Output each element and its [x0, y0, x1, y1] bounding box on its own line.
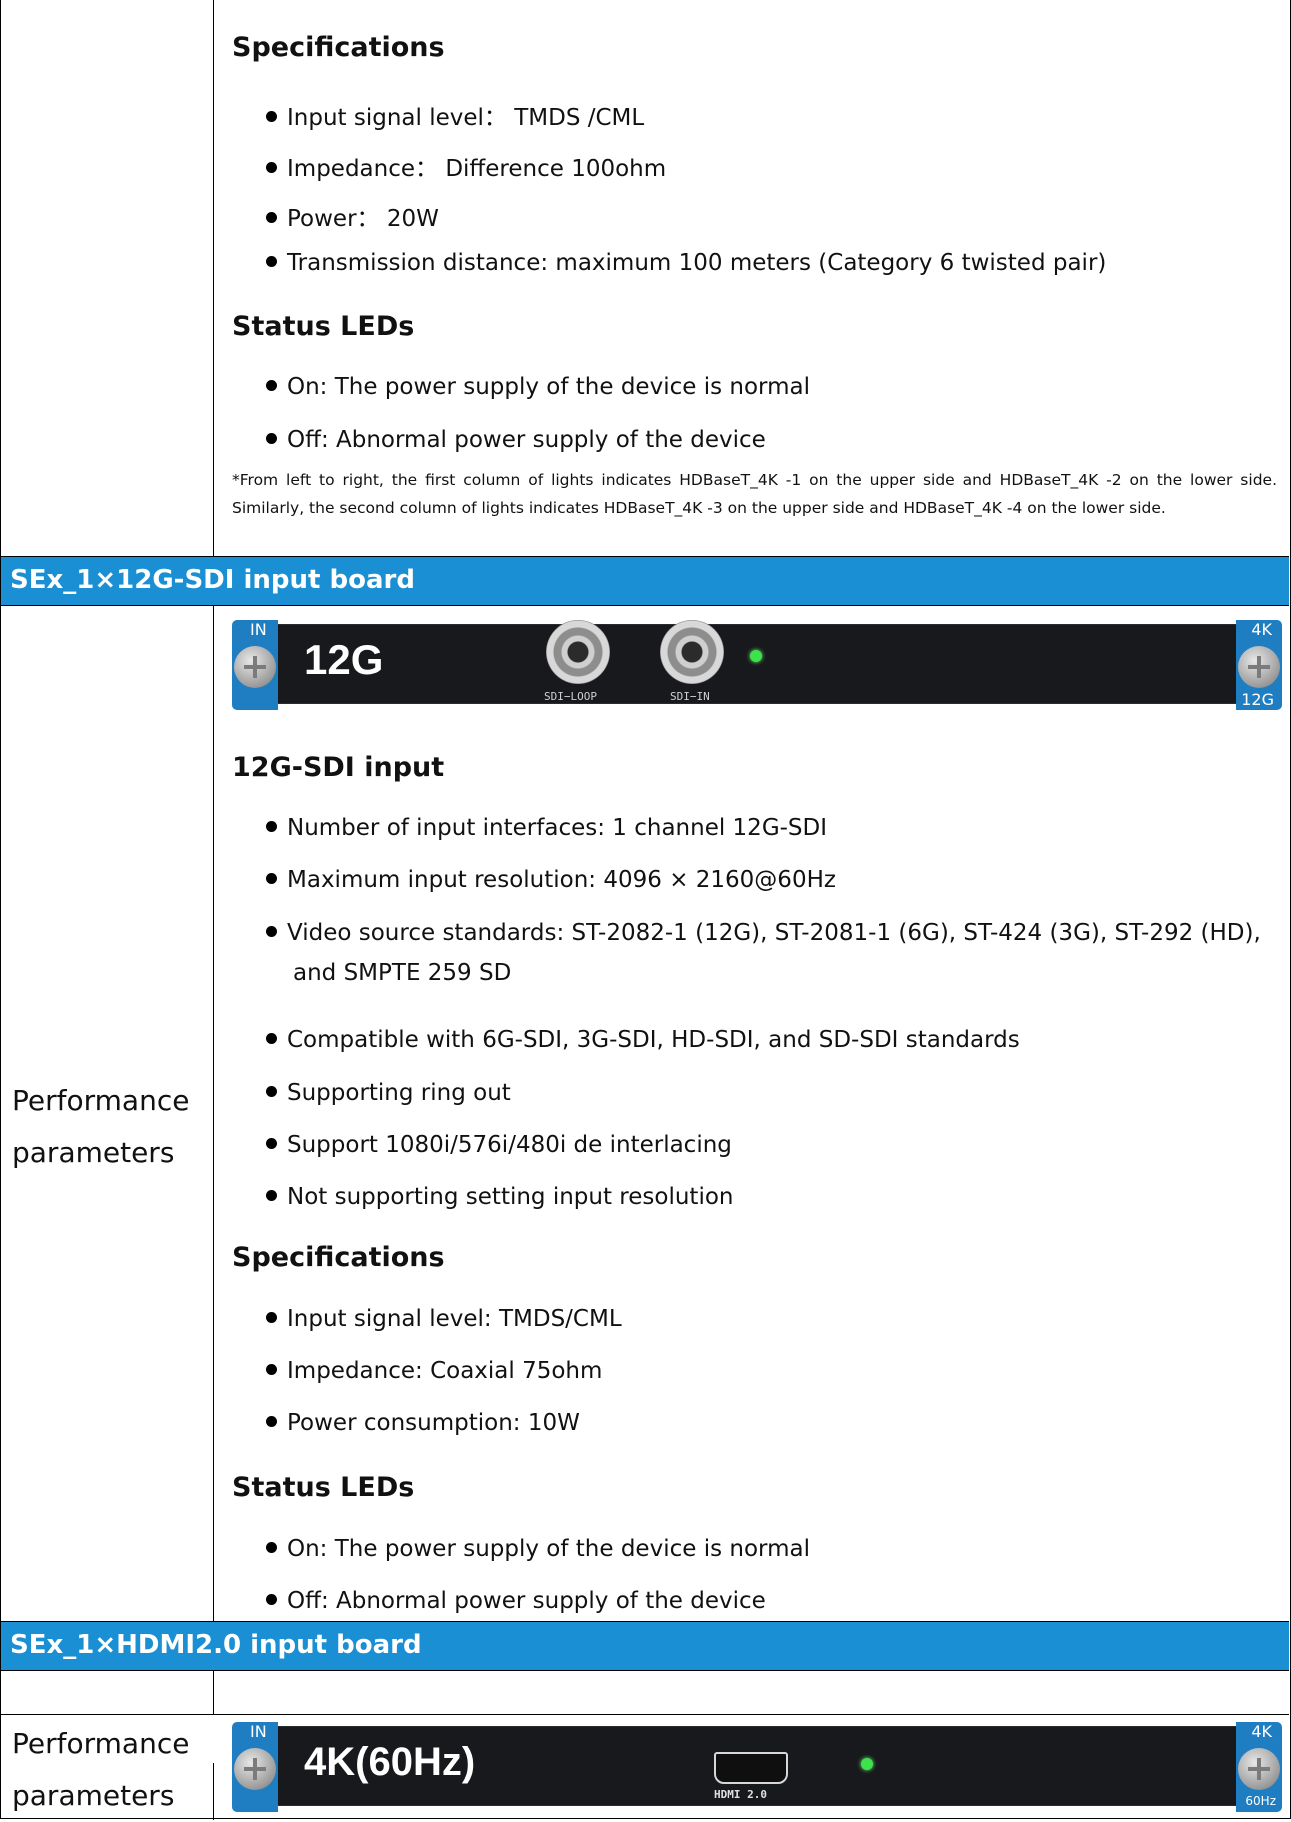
- input-item: Support 1080i/576i/480i de interlacing: [266, 1132, 732, 1158]
- section-header-hdmi20: SEx_1×HDMI2.0 input board: [1, 1621, 1289, 1671]
- bullet-icon: [266, 162, 277, 173]
- section-header-12g-sdi: SEx_1×12G-SDI input board: [1, 556, 1289, 606]
- sdi-in-label: SDI−IN: [670, 690, 710, 703]
- screw-icon: [234, 1748, 276, 1790]
- board-title: 12G: [304, 636, 384, 683]
- input-item: Not supporting setting input resolution: [266, 1184, 734, 1210]
- bnc-connector-icon: [546, 620, 610, 684]
- hdmi-port-icon: [714, 1752, 788, 1784]
- spec-item: Impedance: Coaxial 75ohm: [266, 1358, 602, 1384]
- led-item: On: The power supply of the device is no…: [266, 1536, 810, 1562]
- bullet-icon: [266, 821, 277, 832]
- input-item-continuation: and SMPTE 259 SD: [293, 960, 512, 986]
- spec-item: Transmission distance: maximum 100 meter…: [266, 250, 1106, 276]
- row-label-performance: Performance parameters: [12, 1727, 190, 1812]
- board-in-label: IN: [250, 1722, 267, 1741]
- sdi-loop-label: SDI−LOOP: [544, 690, 597, 703]
- led-item: On: The power supply of the device is no…: [266, 374, 810, 400]
- bullet-icon: [266, 1086, 277, 1097]
- bullet-icon: [266, 212, 277, 223]
- screw-icon: [1238, 1748, 1280, 1790]
- board-faceplate: [268, 624, 1246, 704]
- board-4k-label: 4K: [1251, 1722, 1272, 1741]
- bullet-icon: [266, 1312, 277, 1323]
- screw-icon: [234, 646, 276, 688]
- section-header-label: SEx_1×12G-SDI input board: [10, 565, 415, 595]
- screw-icon: [1238, 646, 1280, 688]
- bullet-icon: [266, 1416, 277, 1427]
- board-image-12g-sdi: IN 4K 12G 12G SDI−LOOP SDI−IN: [232, 620, 1282, 710]
- row-label-performance: Performance parameters: [12, 1084, 190, 1169]
- board-title: 4K(60Hz): [304, 1740, 476, 1784]
- document-page: Specifications Input signal level： TMDS …: [0, 0, 1291, 1820]
- bullet-icon: [266, 873, 277, 884]
- input-item: Number of input interfaces: 1 channel 12…: [266, 815, 827, 841]
- spec-item: Power： 20W: [266, 199, 439, 233]
- input-item: Video source standards: ST-2082-1 (12G),…: [266, 920, 1261, 946]
- status-leds-heading: Status LEDs: [232, 311, 415, 342]
- status-led-icon: [750, 650, 762, 662]
- board-4k-label: 4K: [1251, 620, 1272, 639]
- bullet-icon: [266, 1594, 277, 1605]
- bullet-icon: [266, 380, 277, 391]
- spec-item: Input signal level: TMDS/CML: [266, 1306, 622, 1332]
- column-divider: [213, 605, 214, 1714]
- hdmi-port-label: HDMI 2.0: [714, 1788, 767, 1801]
- board-60hz-label: 60Hz: [1245, 1794, 1276, 1808]
- board-image-hdmi20: IN 4K 60Hz 4K(60Hz) HDMI 2.0: [232, 1722, 1282, 1812]
- bullet-icon: [266, 926, 277, 937]
- bullet-icon: [266, 256, 277, 267]
- led-item: Off: Abnormal power supply of the device: [266, 1588, 766, 1614]
- column-divider: [213, 1763, 214, 1820]
- specs-heading: Specifications: [232, 1242, 445, 1273]
- board-in-label: IN: [250, 620, 267, 639]
- bullet-icon: [266, 1190, 277, 1201]
- bullet-icon: [266, 1542, 277, 1553]
- input-item: Maximum input resolution: 4096 × 2160@60…: [266, 867, 836, 893]
- status-leds-heading: Status LEDs: [232, 1472, 415, 1503]
- bullet-icon: [266, 1364, 277, 1375]
- bullet-icon: [266, 1033, 277, 1044]
- specs-heading: Specifications: [232, 32, 445, 63]
- input-item: Supporting ring out: [266, 1080, 511, 1106]
- bullet-icon: [266, 111, 277, 122]
- row-divider: [1, 1714, 1289, 1715]
- input-heading: 12G-SDI input: [232, 752, 445, 783]
- spec-item: Impedance： Difference 100ohm: [266, 149, 666, 183]
- led-item: Off: Abnormal power supply of the device: [266, 427, 766, 453]
- board-12g-label: 12G: [1241, 690, 1274, 709]
- bullet-icon: [266, 433, 277, 444]
- bullet-icon: [266, 1138, 277, 1149]
- spec-item: Power consumption: 10W: [266, 1410, 580, 1436]
- column-divider: [213, 0, 214, 556]
- status-led-icon: [861, 1758, 873, 1770]
- bnc-connector-icon: [660, 620, 724, 684]
- section-header-label: SEx_1×HDMI2.0 input board: [10, 1630, 422, 1660]
- led-footnote: *From left to right, the first column of…: [232, 471, 1277, 517]
- spec-item: Input signal level： TMDS /CML: [266, 98, 644, 132]
- input-item: Compatible with 6G-SDI, 3G-SDI, HD-SDI, …: [266, 1027, 1020, 1053]
